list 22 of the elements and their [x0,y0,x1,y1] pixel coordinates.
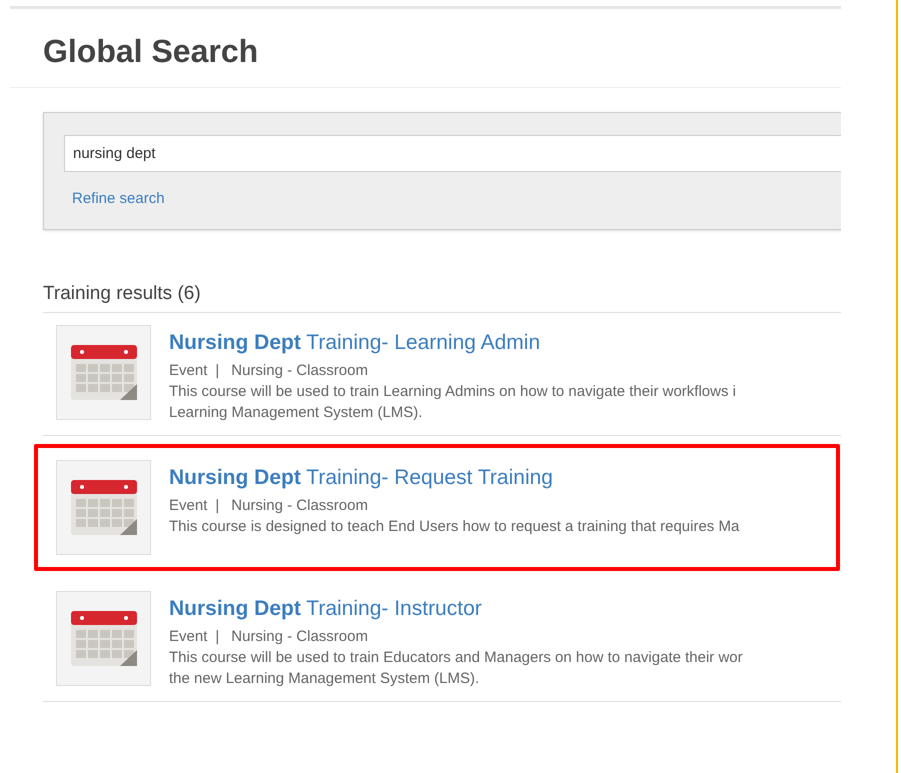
result-category: Nursing - Classroom [231,627,368,647]
result-description: This course will be used to train Educators and Managers on how to navigate their wor the new Learning Management System (LMS). [169,648,743,689]
results-heading: Training results (6) [43,280,841,313]
search-field[interactable]: nursing dept [64,135,841,172]
meta-separator: | [215,361,220,381]
result-type: Event [169,361,208,381]
result-title-link[interactable]: Nursing Dept Training- Request Training [169,464,740,492]
refine-search-link[interactable]: Refine search [72,188,841,210]
calendar-icon [56,591,151,686]
meta-separator: | [215,627,220,647]
page-title: Global Search [43,35,260,67]
result-type: Event [169,627,208,647]
result-type: Event [169,496,208,516]
calendar-icon [56,460,151,555]
result-title-link[interactable]: Nursing Dept Training- Instructor [169,595,743,623]
calendar-icon [56,325,151,420]
meta-separator: | [215,496,220,516]
result-title-link[interactable]: Nursing Dept Training- Learning Admin [169,329,736,357]
result-description: This course is designed to teach End Users how to request a training that requires Ma [169,517,740,537]
result-category: Nursing - Classroom [231,496,368,516]
result-description: This course will be used to train Learning Admins on how to navigate their workflows i Learning Management System (LMS). [169,382,736,423]
result-category: Nursing - Classroom [231,361,368,381]
